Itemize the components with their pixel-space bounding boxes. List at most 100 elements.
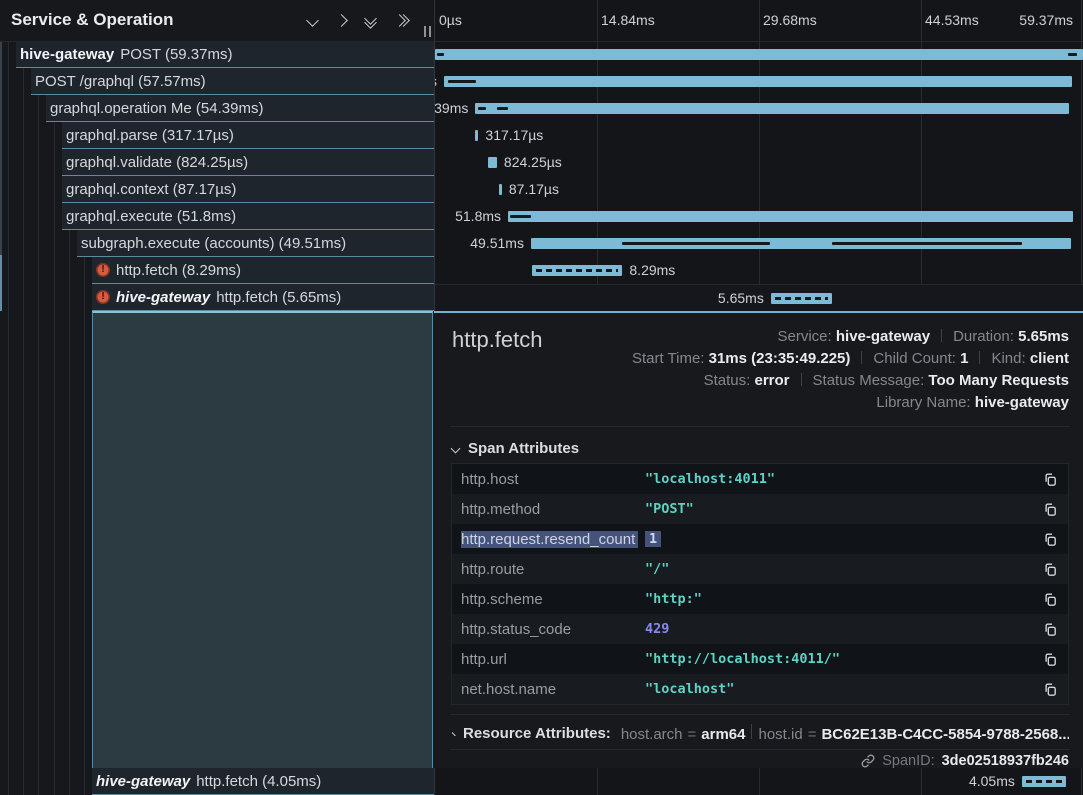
attribute-key: http.method <box>461 501 645 518</box>
timeline-row[interactable]: 4.05ms <box>435 768 1083 795</box>
tree-row[interactable]: graphql.execute (51.8ms) <box>62 203 434 230</box>
timeline-row[interactable]: 59.37ms <box>435 41 1083 68</box>
attribute-key: net.host.name <box>461 681 645 698</box>
span-bar[interactable] <box>1022 776 1066 787</box>
tree-row[interactable]: !http.fetch (8.29ms) <box>92 257 434 284</box>
attribute-row: http.request.resend_count1 <box>452 524 1068 554</box>
span-bar[interactable] <box>499 184 502 195</box>
span-bar[interactable] <box>488 157 497 168</box>
timeline: 0µs14.84ms29.68ms44.53ms59.37ms 59.37ms5… <box>435 0 1083 311</box>
segment-marks <box>536 269 618 272</box>
timeline-row[interactable]: 49.51ms <box>435 230 1083 257</box>
tree-toolbar <box>308 14 408 27</box>
span-meta: Service: hive-gatewayDuration: 5.65ms Sta… <box>632 326 1069 414</box>
span-label: POST /graphql (57.57ms) <box>35 73 206 90</box>
attribute-value: 429 <box>645 621 1043 637</box>
meta-value: error <box>754 372 789 389</box>
service-name: hive-gateway <box>96 773 190 790</box>
attribute-key: http.status_code <box>461 621 645 638</box>
error-icon: ! <box>96 263 110 277</box>
copy-icon[interactable] <box>1043 652 1058 667</box>
meta-value: 1 <box>960 350 968 367</box>
attribute-value: "http:" <box>645 591 1043 607</box>
span-bar[interactable] <box>475 130 478 141</box>
attribute-key: http.host <box>461 471 645 488</box>
segment-marks <box>1026 780 1062 783</box>
child-span-mark <box>437 53 445 56</box>
tree-row[interactable]: POST /graphql (57.57ms) <box>31 68 434 95</box>
divider <box>451 749 1069 750</box>
span-label: graphql.context (87.17µs) <box>66 181 236 198</box>
meta-value: 5.65ms <box>1018 328 1069 345</box>
meta-separator <box>979 351 980 364</box>
span-title: http.fetch <box>452 327 543 353</box>
timeline-row[interactable]: 824.25µs <box>435 149 1083 176</box>
tree-row[interactable]: subgraph.execute (accounts) (49.51ms) <box>77 230 434 257</box>
meta-line: Service: hive-gatewayDuration: 5.65ms <box>632 326 1069 348</box>
duration-label: 8.29ms <box>629 257 675 284</box>
section-title: Span Attributes <box>468 440 579 457</box>
copy-icon[interactable] <box>1043 502 1058 517</box>
timeline-row[interactable]: 317.17µs <box>435 122 1083 149</box>
attribute-value: "localhost" <box>645 681 1043 697</box>
span-bar[interactable] <box>771 293 833 304</box>
timeline-row[interactable]: 5.65ms <box>435 284 1083 311</box>
scroll-indicator-thumb[interactable] <box>0 255 2 311</box>
tree-row[interactable]: hive-gatewayPOST (59.37ms) <box>16 41 434 68</box>
tree-row[interactable]: !hive-gatewayhttp.fetch (5.65ms) <box>92 284 434 311</box>
tree-row[interactable]: graphql.operation Me (54.39ms) <box>46 95 434 122</box>
resource-key: host.id <box>758 726 802 743</box>
span-bar[interactable] <box>444 76 1072 87</box>
attribute-key: http.request.resend_count <box>461 531 645 548</box>
tree-row[interactable]: graphql.parse (317.17µs) <box>62 122 434 149</box>
copy-icon[interactable] <box>1043 562 1058 577</box>
double-chevron-down-icon[interactable] <box>366 14 375 27</box>
meta-value: hive-gateway <box>975 394 1069 411</box>
duration-label: 49.51ms <box>470 230 524 257</box>
timeline-row[interactable]: 87.17µs <box>435 176 1083 203</box>
tree-row[interactable]: hive-gatewayhttp.fetch (4.05ms) <box>92 768 434 795</box>
bottom-timeline-row: 4.05ms <box>435 768 1083 795</box>
meta-separator <box>861 351 862 364</box>
copy-icon[interactable] <box>1043 472 1058 487</box>
span-bar[interactable] <box>435 49 1083 60</box>
span-bar[interactable] <box>508 211 1073 222</box>
tree-row[interactable]: graphql.validate (824.25µs) <box>62 149 434 176</box>
equals: = <box>808 726 817 743</box>
chevron-down-icon[interactable] <box>308 16 317 25</box>
span-bar[interactable] <box>531 238 1071 249</box>
service-name: hive-gateway <box>20 46 114 63</box>
tree-row[interactable]: graphql.context (87.17µs) <box>62 176 434 203</box>
meta-line: Status: errorStatus Message: Too Many Re… <box>632 370 1069 392</box>
span-bar[interactable] <box>475 103 1069 114</box>
link-icon[interactable] <box>861 754 875 768</box>
timeline-row[interactable]: 57.57ms <box>435 68 1083 95</box>
timeline-row[interactable]: 51.8ms <box>435 203 1083 230</box>
resize-handle-icon[interactable] <box>424 26 431 37</box>
copy-icon[interactable] <box>1043 622 1058 637</box>
resource-attributes[interactable]: Resource Attributes: host.arch=arm64host… <box>452 716 1069 750</box>
separator <box>751 724 752 739</box>
span-attributes-header[interactable]: Span Attributes <box>452 440 579 457</box>
meta-separator <box>941 329 942 342</box>
attribute-row: http.url"http://localhost:4011/" <box>452 644 1068 674</box>
segment-marks <box>775 297 829 300</box>
copy-icon[interactable] <box>1043 682 1058 697</box>
timeline-row[interactable]: 54.39ms <box>435 95 1083 122</box>
ruler-tick: 44.53ms <box>925 12 979 28</box>
timeline-ruler: 0µs14.84ms29.68ms44.53ms59.37ms <box>435 0 1083 42</box>
span-label: graphql.parse (317.17µs) <box>66 127 234 144</box>
attribute-row: http.method"POST" <box>452 494 1068 524</box>
indent-guide <box>23 41 24 795</box>
divider <box>451 714 1069 715</box>
span-id-label: SpanID: <box>882 753 934 769</box>
attribute-value: "/" <box>645 561 1043 577</box>
duration-label: 87.17µs <box>509 176 559 203</box>
span-bar[interactable] <box>532 265 622 276</box>
chevron-right-icon[interactable] <box>337 16 346 25</box>
timeline-row[interactable]: 8.29ms <box>435 257 1083 284</box>
copy-icon[interactable] <box>1043 592 1058 607</box>
double-chevron-right-icon[interactable] <box>395 16 408 25</box>
child-span-mark <box>510 215 531 218</box>
copy-icon[interactable] <box>1043 532 1058 547</box>
